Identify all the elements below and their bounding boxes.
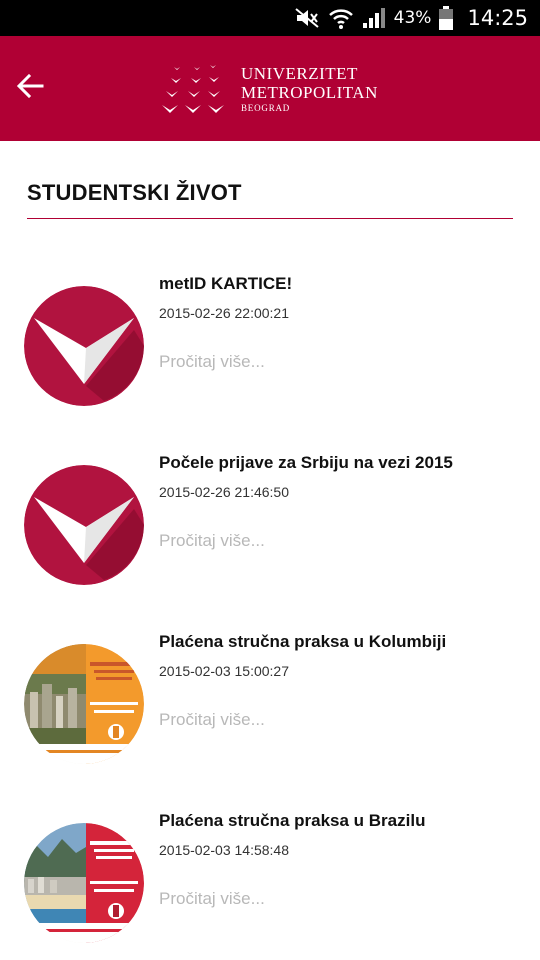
wifi-icon [328, 6, 354, 30]
university-logo: UNIVERZITET METROPOLITAN BEOGRAD [160, 62, 390, 118]
clock: 14:25 [467, 6, 528, 30]
signal-icon [362, 7, 386, 29]
battery-percent: 43% [393, 8, 432, 28]
list-item[interactable]: Plaćena stručna praksa u Brazilu 2015-02… [0, 787, 540, 957]
item-date: 2015-02-26 21:46:50 [159, 484, 289, 500]
check-logo-icon [24, 286, 144, 406]
logo-line-3: BEOGRAD [241, 103, 291, 113]
read-more-link[interactable]: Pročitaj više... [159, 531, 265, 551]
title-divider [27, 218, 513, 219]
item-thumbnail-poster [24, 644, 144, 764]
logo-text: UNIVERZITET METROPOLITAN BEOGRAD [241, 65, 378, 113]
item-date: 2015-02-26 22:00:21 [159, 305, 289, 321]
item-thumbnail-logo [24, 465, 144, 585]
page-title: STUDENTSKI ŽIVOT [27, 180, 242, 205]
logo-line-1: UNIVERZITET [241, 64, 358, 83]
item-title: Plaćena stručna praksa u Kolumbiji [159, 632, 447, 651]
item-date: 2015-02-03 14:58:48 [159, 842, 289, 858]
back-button[interactable] [6, 64, 54, 112]
item-thumbnail-poster [24, 823, 144, 943]
status-bar: 43% 14:25 [0, 0, 540, 36]
list-item[interactable]: Plaćena stručna praksa u Kolumbiji 2015-… [0, 608, 540, 778]
battery-icon [439, 6, 454, 30]
item-date: 2015-02-03 15:00:27 [159, 663, 289, 679]
list-item[interactable]: metID KARTICE! 2015-02-26 22:00:21 Proči… [0, 250, 540, 420]
item-title: Počele prijave za Srbiju na vezi 2015 [159, 453, 453, 472]
item-title: metID KARTICE! [159, 274, 293, 293]
check-logo-icon [24, 465, 144, 585]
item-thumbnail-logo [24, 286, 144, 406]
birds-emblem-icon [162, 65, 224, 113]
read-more-link[interactable]: Pročitaj više... [159, 352, 265, 372]
poster-image-icon [24, 644, 144, 764]
list-item[interactable]: Počele prijave za Srbiju na vezi 2015 20… [0, 429, 540, 599]
poster-image-icon [24, 823, 144, 943]
read-more-link[interactable]: Pročitaj više... [159, 889, 265, 909]
read-more-link[interactable]: Pročitaj više... [159, 710, 265, 730]
item-title: Plaćena stručna praksa u Brazilu [159, 811, 426, 830]
mute-icon [294, 7, 320, 29]
logo-line-2: METROPOLITAN [241, 83, 378, 102]
status-icons: 43% 14:25 [294, 0, 528, 36]
app-bar: UNIVERZITET METROPOLITAN BEOGRAD [0, 36, 540, 141]
arrow-left-icon [16, 73, 44, 103]
